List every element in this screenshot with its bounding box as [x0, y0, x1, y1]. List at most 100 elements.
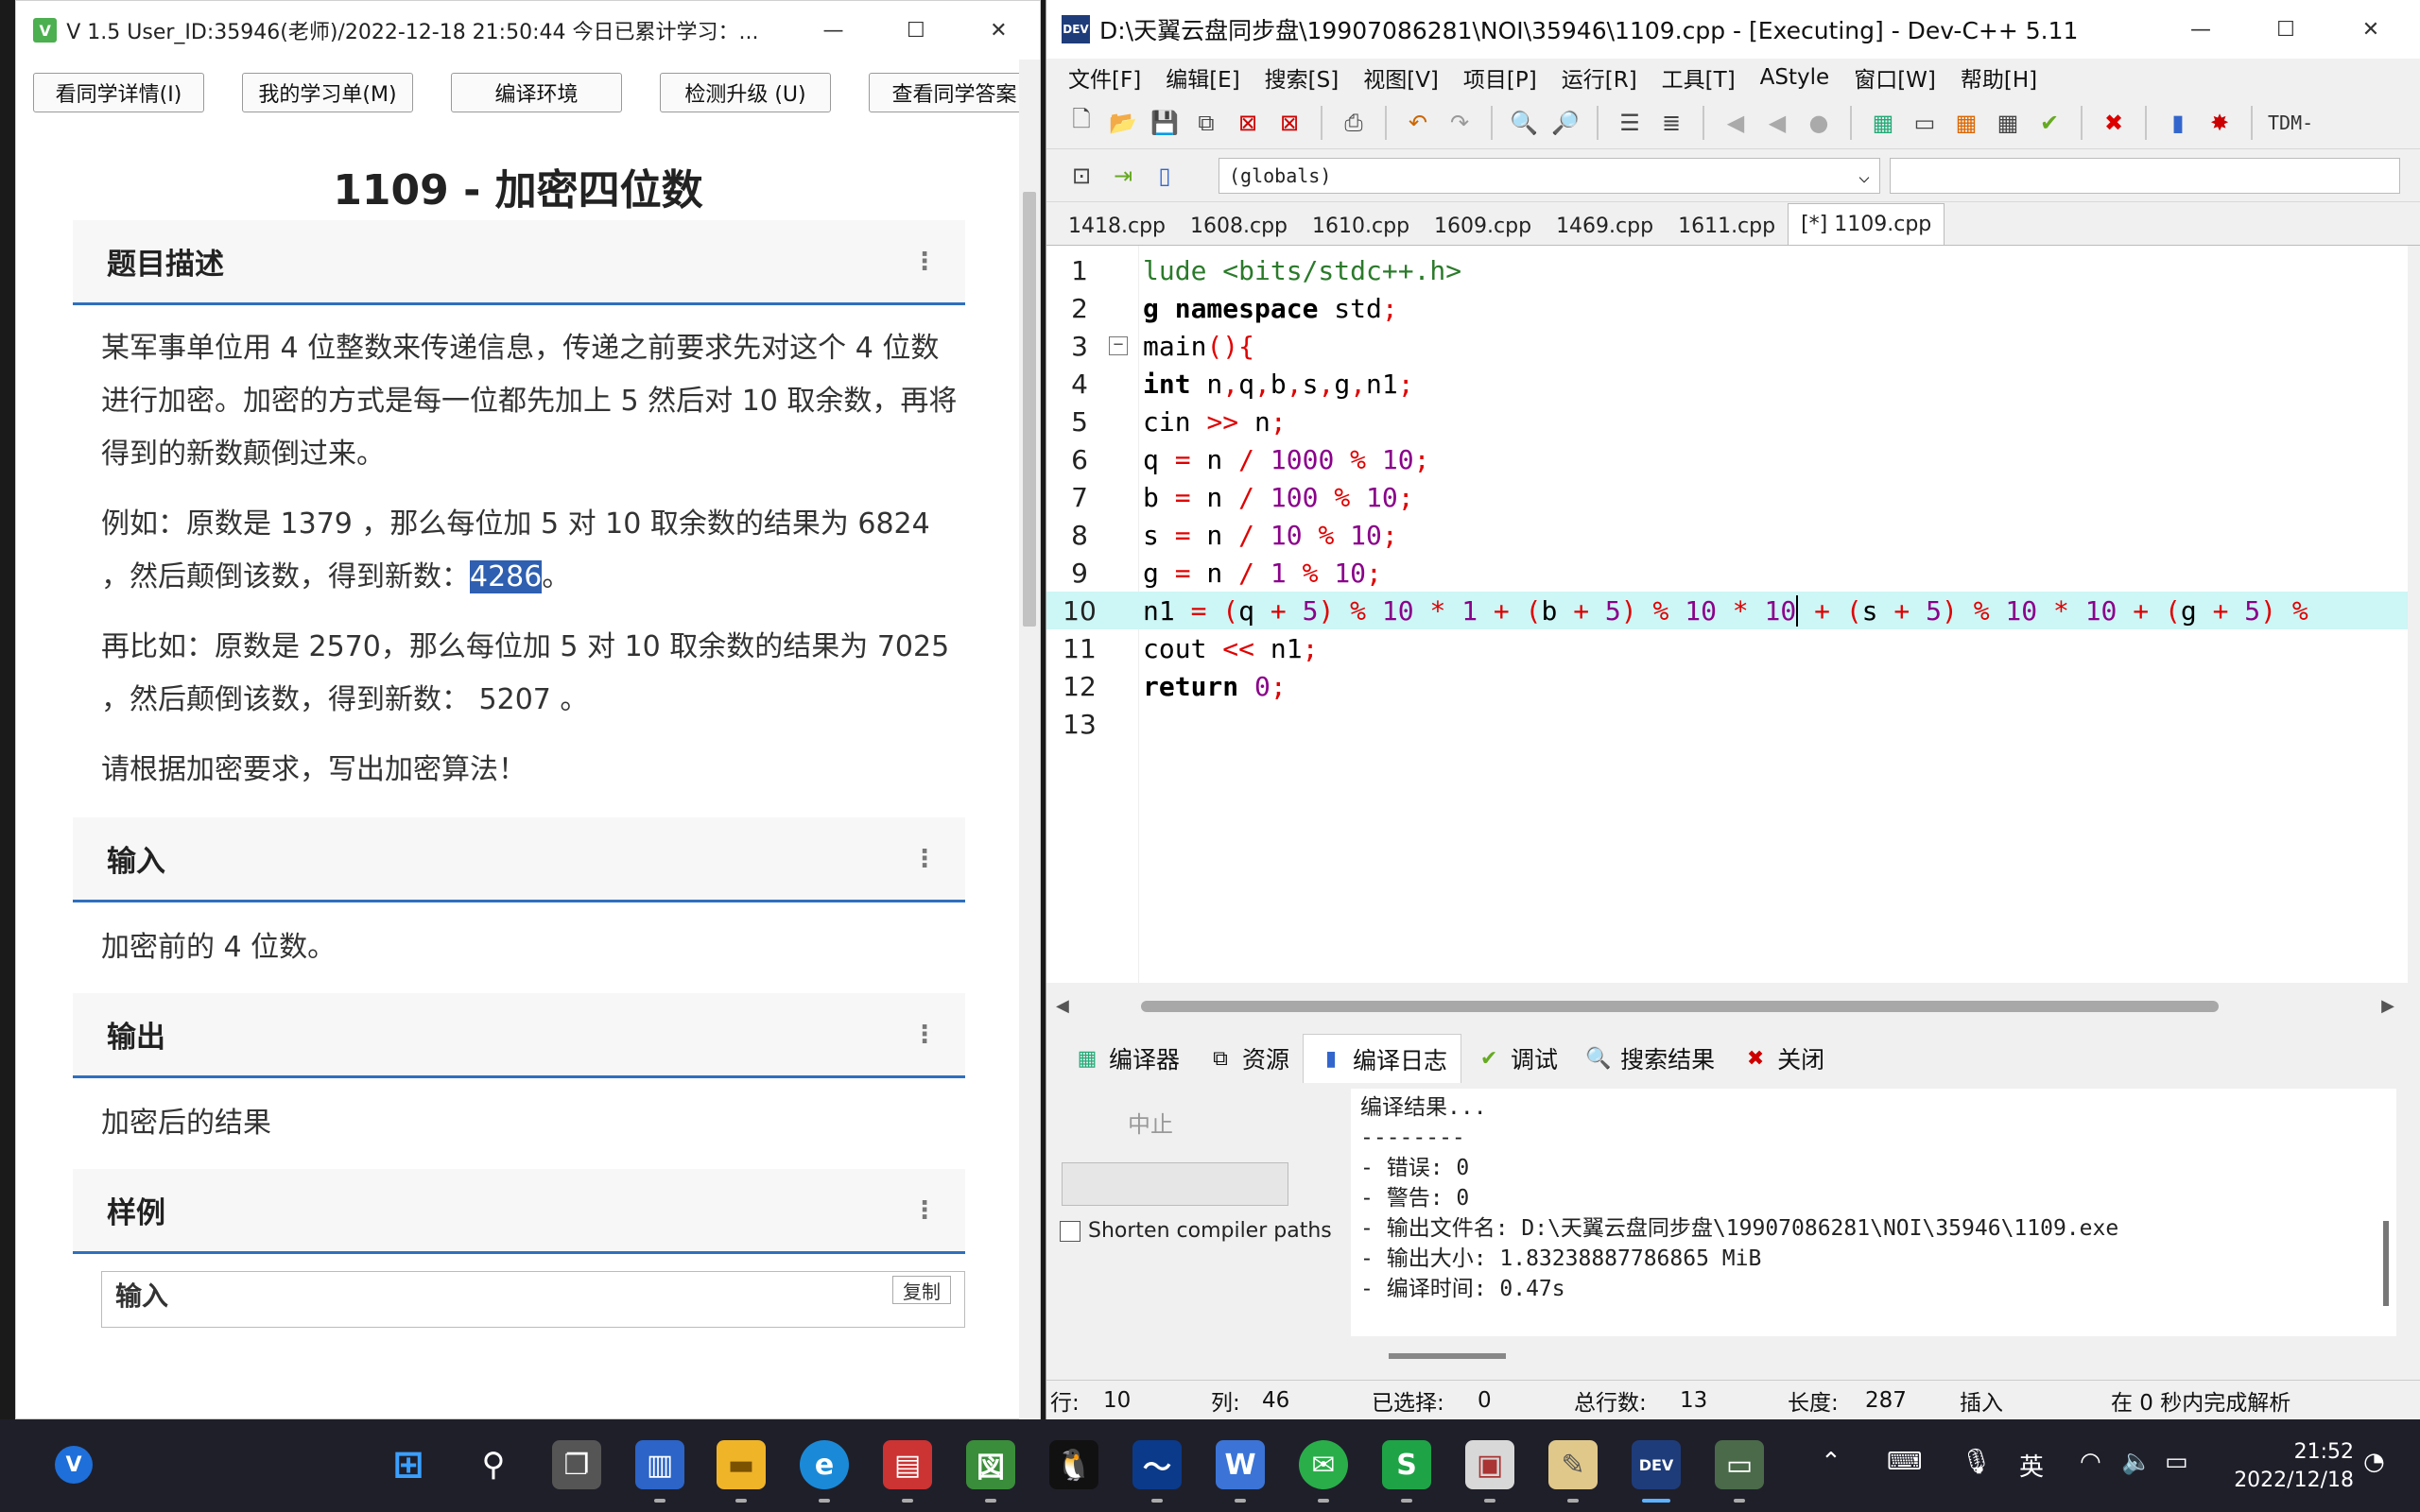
menu-project[interactable]: 项目[P] [1451, 61, 1549, 94]
search-icon[interactable]: ⚲ [469, 1440, 518, 1489]
code-line[interactable]: 5 cin >> n; [1046, 403, 2408, 440]
close-button[interactable]: ✕ [958, 1, 1040, 60]
menu-help[interactable]: 帮助[H] [1948, 61, 2049, 94]
tab-close[interactable]: ✖ 关闭 [1728, 1034, 1838, 1083]
menu-view[interactable]: 视图[V] [1351, 61, 1451, 94]
save-icon[interactable]: 💾 [1149, 107, 1181, 139]
qq-icon[interactable]: 🐧 [1049, 1440, 1098, 1489]
wifi-icon[interactable]: ◠ [2080, 1448, 2101, 1476]
sample-header[interactable]: 样例 ⋮ [73, 1169, 965, 1254]
scrollbar-thumb[interactable] [1141, 1001, 2219, 1012]
file-explorer-icon[interactable]: ▬ [717, 1440, 766, 1503]
tab-debug[interactable]: ✔ 调试 [1461, 1034, 1571, 1083]
print-icon[interactable]: ⎙ [1338, 107, 1370, 139]
checkbox-box[interactable] [1060, 1220, 1080, 1242]
chevron-up-icon[interactable]: ⌃ [1821, 1448, 1841, 1476]
start-windows-icon[interactable]: ⊞ [384, 1440, 433, 1489]
code-line[interactable]: 1 lude <bits/stdc++.h> [1046, 251, 2408, 289]
code-line[interactable]: 11 cout << n1; [1046, 629, 2408, 667]
image-viewer-icon[interactable]: ▣ [1465, 1440, 1514, 1503]
widgets-icon[interactable]: ▥ [635, 1440, 684, 1503]
input-method-indicator[interactable]: 英 [2019, 1448, 2044, 1483]
tab-search-results[interactable]: 🔍 搜索结果 [1571, 1034, 1728, 1083]
tab-1608[interactable]: 1608.cpp [1178, 207, 1300, 245]
tab-1418[interactable]: 1418.cpp [1056, 207, 1178, 245]
devcpp-taskbar-icon[interactable]: DEV [1632, 1440, 1681, 1503]
insert-icon[interactable]: ⊡ [1065, 160, 1098, 192]
compile-icon[interactable]: ▦ [1867, 107, 1899, 139]
code-line[interactable]: 3 − main(){ [1046, 327, 2408, 365]
compile-log-output[interactable]: 编译结果... -------- - 错误: 0 - 警告: 0 - 输出文件名… [1351, 1089, 2391, 1336]
abort-button[interactable]: 中止 [1065, 1098, 1236, 1145]
copy-button[interactable]: 复制 [892, 1276, 951, 1304]
compile-environment-button[interactable]: 编译环境 [451, 73, 622, 112]
goto-icon[interactable]: ⇥ [1107, 160, 1139, 192]
minimize-button[interactable]: — [2158, 0, 2243, 59]
scope-dropdown[interactable]: (globals) ⌵ [1219, 157, 1880, 194]
code-line[interactable]: 8 s = n / 10 % 10; [1046, 516, 2408, 554]
close-file-icon[interactable]: ⊠ [1232, 107, 1264, 139]
code-line[interactable]: 7 b = n / 100 % 10; [1046, 478, 2408, 516]
keyboard-icon[interactable]: ⌨ [1887, 1448, 1923, 1476]
input-header[interactable]: 输入 ⋮ [73, 817, 965, 902]
vertical-scrollbar[interactable] [1019, 60, 1040, 1420]
editor-horizontal-scrollbar[interactable]: ◀ ▶ [1046, 994, 2408, 1019]
scroll-right-arrow-icon[interactable]: ▶ [2381, 996, 2394, 1016]
save-all-icon[interactable]: ⧉ [1190, 107, 1222, 139]
more-vertical-icon[interactable]: ⋮ [912, 1196, 937, 1225]
more-vertical-icon[interactable]: ⋮ [912, 845, 937, 873]
code-line[interactable]: 12 return 0; [1046, 667, 2408, 705]
red-app-icon[interactable]: ▤ [883, 1440, 932, 1503]
more-vertical-icon[interactable]: ⋮ [912, 1021, 937, 1049]
code-line[interactable]: 2 g namespace std; [1046, 289, 2408, 327]
bookmark-icon[interactable]: ● [1803, 107, 1835, 139]
more-vertical-icon[interactable]: ⋮ [912, 248, 937, 276]
redo-icon[interactable]: ↷ [1443, 107, 1476, 139]
word-app-icon[interactable]: W [1216, 1440, 1265, 1503]
code-line[interactable]: 13 [1046, 705, 2408, 743]
menu-search[interactable]: 搜索[S] [1253, 61, 1352, 94]
undo-icon[interactable]: ↶ [1402, 107, 1434, 139]
new-file-icon[interactable]: 🗋 [1065, 106, 1098, 139]
scrollbar-thumb[interactable] [1023, 192, 1036, 627]
rebuild-icon[interactable]: ▦ [1992, 107, 2024, 139]
view-classmate-details-button[interactable]: 看同学详情(I) [33, 73, 204, 112]
menu-run[interactable]: 运行[R] [1549, 61, 1650, 94]
scroll-left-arrow-icon[interactable]: ◀ [1056, 996, 1069, 1016]
code-line[interactable]: 6 q = n / 1000 % 10; [1046, 440, 2408, 478]
bookmark-prev-icon[interactable]: ◀ [1720, 107, 1752, 139]
menu-window[interactable]: 窗口[W] [1841, 61, 1948, 94]
run-icon[interactable]: ▭ [1909, 107, 1941, 139]
bookmark-next-icon[interactable]: ◀ [1761, 107, 1793, 139]
description-header[interactable]: 题目描述 ⋮ [73, 220, 965, 305]
compile-run-icon[interactable]: ▦ [1950, 107, 1982, 139]
profile-chart-icon[interactable]: ▮ [2162, 107, 2194, 139]
unindent-icon[interactable]: ≣ [1655, 107, 1687, 139]
replace-icon[interactable]: 🔎 [1549, 107, 1582, 139]
spreadsheet-app-icon[interactable]: S [1382, 1440, 1431, 1503]
menu-edit[interactable]: 编辑[E] [1153, 61, 1252, 94]
indent-icon[interactable]: ☰ [1614, 107, 1646, 139]
edge-browser-icon[interactable]: e [800, 1440, 849, 1503]
menu-file[interactable]: 文件[F] [1056, 61, 1153, 94]
tab-compile-log[interactable]: ▮ 编译日志 [1303, 1034, 1462, 1083]
stop-execution-icon[interactable]: ✖ [2098, 107, 2130, 139]
fold-collapse-icon[interactable]: − [1109, 336, 1128, 355]
open-file-icon[interactable]: 📂 [1107, 107, 1139, 139]
menu-tools[interactable]: 工具[T] [1650, 61, 1748, 94]
log-vertical-scrollbar[interactable] [2376, 1089, 2396, 1336]
close-button[interactable]: ✕ [2328, 0, 2413, 59]
check-upgrade-button[interactable]: 检测升级 (U) [660, 73, 831, 112]
tab-compiler[interactable]: ▦ 编译器 [1060, 1034, 1193, 1083]
maximize-button[interactable]: ☐ [874, 1, 957, 60]
scrollbar-thumb[interactable] [2383, 1221, 2389, 1306]
scrollbar-thumb[interactable] [1389, 1353, 1506, 1359]
output-header[interactable]: 输出 ⋮ [73, 993, 965, 1078]
check-syntax-icon[interactable]: ✔ [2033, 107, 2066, 139]
menu-astyle[interactable]: AStyle [1748, 65, 1842, 90]
tab-resources[interactable]: ⧉ 资源 [1193, 1034, 1303, 1083]
maximize-button[interactable]: ☐ [2243, 0, 2328, 59]
green-app-icon[interactable]: 図 [966, 1440, 1015, 1503]
close-all-icon[interactable]: ⊠ [1273, 107, 1305, 139]
tab-1610[interactable]: 1610.cpp [1300, 207, 1422, 245]
